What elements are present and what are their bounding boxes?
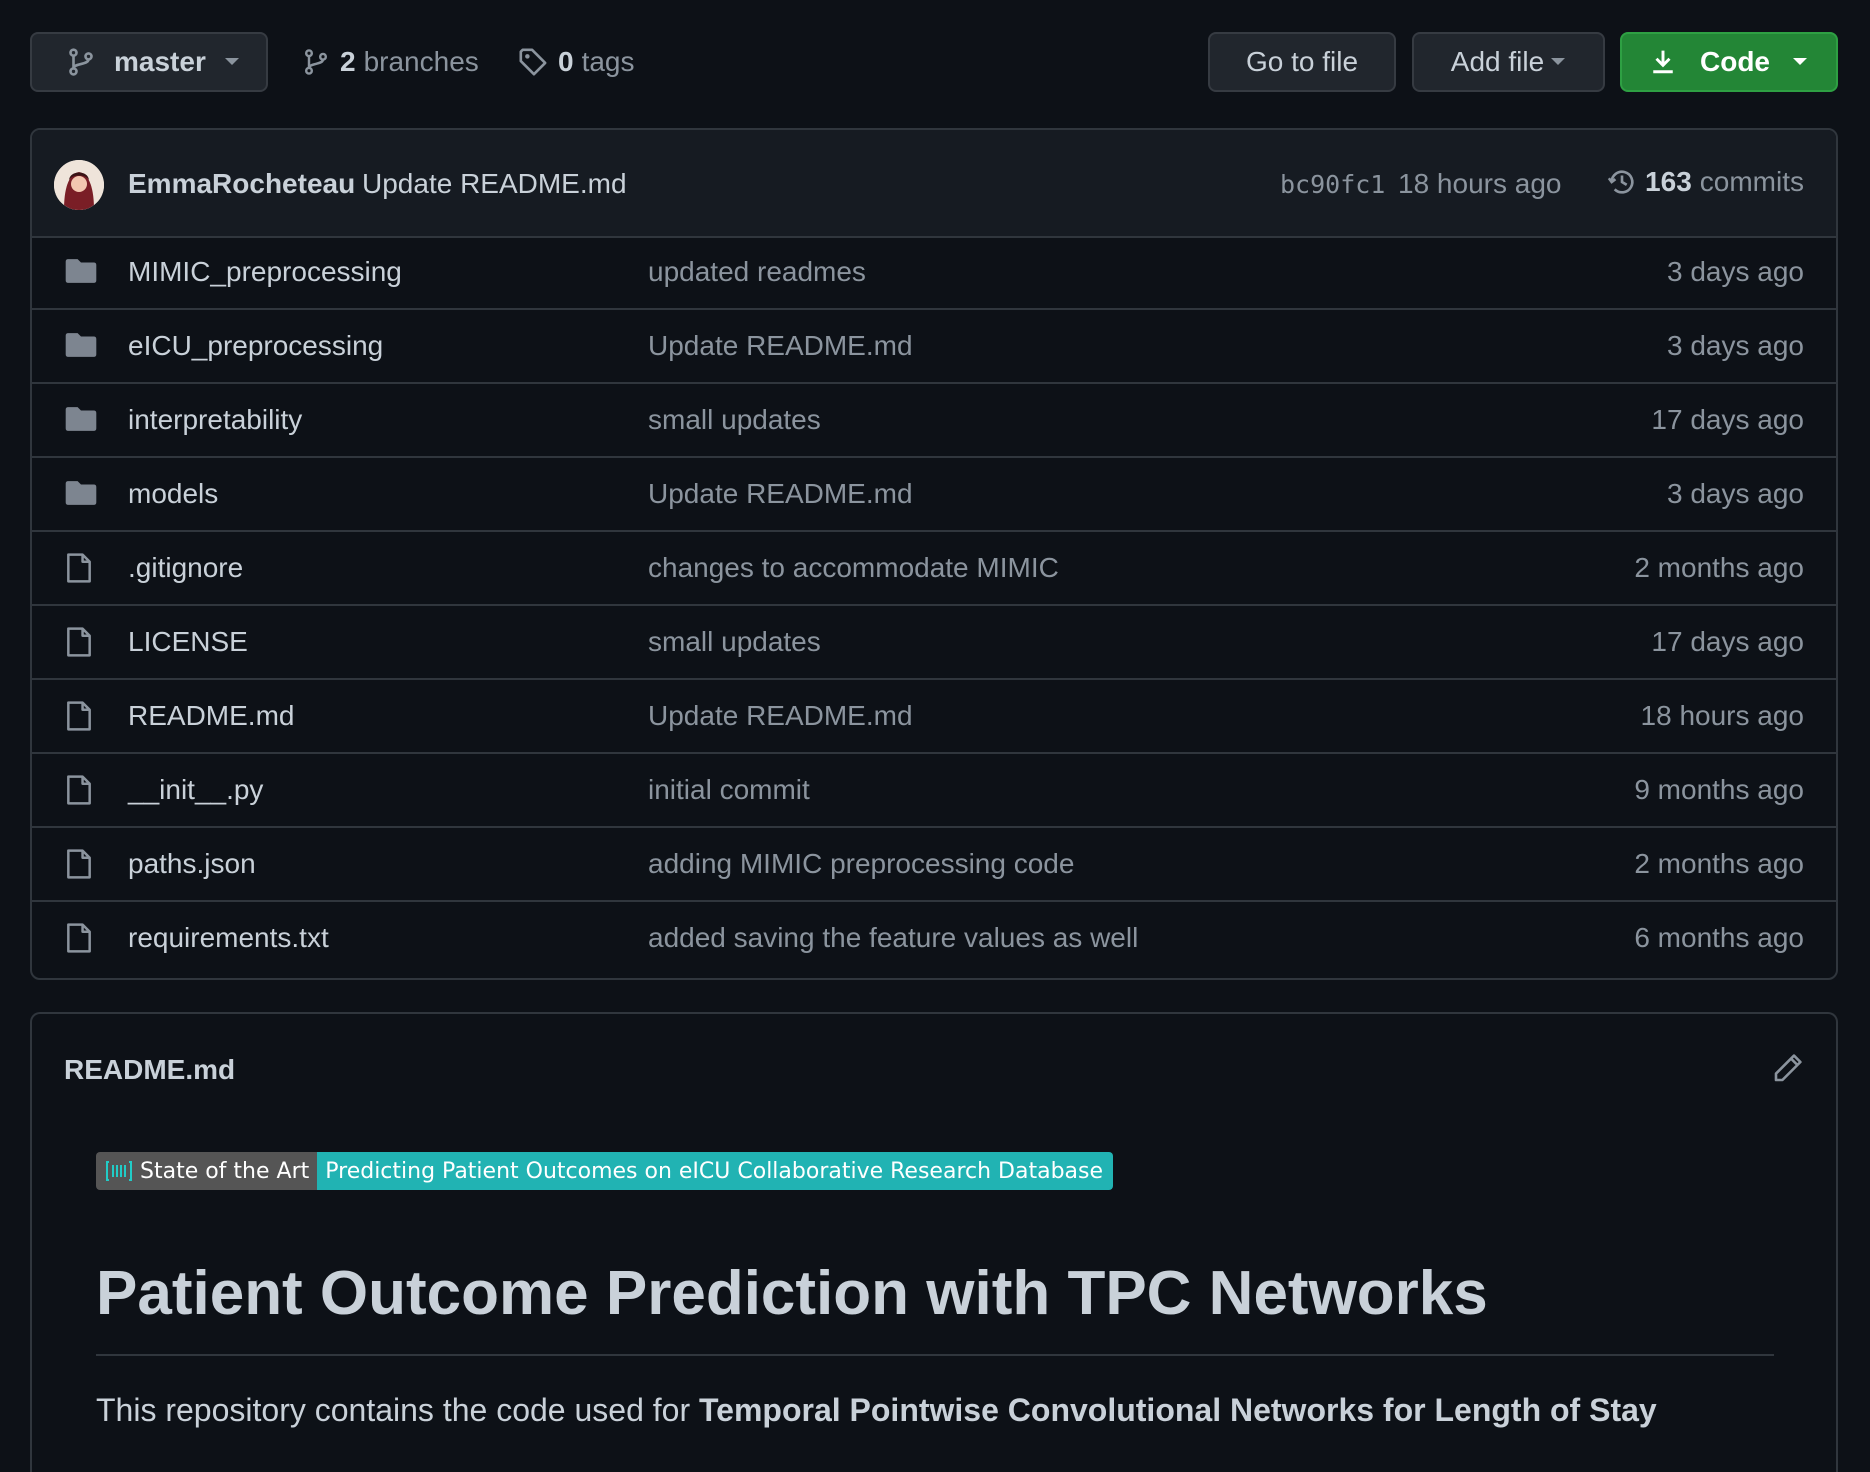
file-row: requirements.txt added saving the featur… (32, 902, 1836, 976)
commit-count: 163 (1645, 166, 1692, 197)
file-commit-message[interactable]: Update README.md (648, 700, 913, 732)
commit-sha[interactable]: bc90fc1 (1280, 170, 1385, 199)
file-icon (64, 774, 94, 806)
go-to-file-button[interactable]: Go to file (1208, 32, 1396, 92)
branch-name: master (114, 46, 206, 77)
file-name[interactable]: requirements.txt (128, 922, 329, 954)
file-name[interactable]: LICENSE (128, 626, 248, 658)
file-age: 2 months ago (1634, 848, 1804, 879)
file-icon (64, 848, 94, 880)
intro-bold-text: Temporal Pointwise Convolutional Network… (698, 1392, 1657, 1428)
readme-title: Patient Outcome Prediction with TPC Netw… (96, 1259, 1488, 1328)
tags-label: tags (581, 46, 635, 77)
file-row: README.md Update README.md 18 hours ago (32, 680, 1836, 754)
download-icon (1650, 48, 1676, 76)
tags-link[interactable]: 0 tags (518, 46, 635, 78)
badge-right: Predicting Patient Outcomes on eICU Coll… (317, 1152, 1114, 1190)
file-name[interactable]: paths.json (128, 848, 256, 880)
badge-left: State of the Art (96, 1152, 318, 1190)
file-row: models Update README.md 3 days ago (32, 458, 1836, 532)
chevron-down-icon (224, 57, 240, 67)
branches-count: 2 (340, 46, 356, 77)
folder-icon (64, 478, 98, 508)
avatar[interactable] (54, 160, 104, 210)
code-button[interactable]: Code (1620, 32, 1838, 92)
add-file-label: Add file (1450, 46, 1545, 77)
file-name[interactable]: MIMIC_preprocessing (128, 256, 402, 288)
badge-left-label: State of the Art (140, 1158, 310, 1184)
file-commit-message[interactable]: changes to accommodate MIMIC (648, 552, 1059, 584)
file-name[interactable]: __init__.py (128, 774, 263, 806)
file-row: .gitignore changes to accommodate MIMIC … (32, 532, 1836, 606)
file-row: __init__.py initial commit 9 months ago (32, 754, 1836, 828)
file-age: 3 days ago (1667, 478, 1804, 509)
branches-label: branches (363, 46, 479, 77)
file-row: eICU_preprocessing Update README.md 3 da… (32, 310, 1836, 384)
file-age: 18 hours ago (1640, 700, 1804, 731)
commits-link[interactable]: 163 commits (1607, 166, 1804, 198)
file-commit-message[interactable]: small updates (648, 626, 821, 658)
file-commit-message[interactable]: small updates (648, 404, 821, 436)
file-row: paths.json adding MIMIC preprocessing co… (32, 828, 1836, 902)
file-age: 17 days ago (1651, 404, 1804, 435)
go-to-file-label: Go to file (1245, 46, 1359, 77)
git-branch-icon (66, 47, 96, 77)
file-age: 9 months ago (1634, 774, 1804, 805)
file-age: 3 days ago (1667, 256, 1804, 287)
title-divider (96, 1354, 1774, 1356)
chevron-down-icon (1792, 57, 1808, 67)
file-commit-message[interactable]: Update README.md (648, 478, 913, 510)
commit-message[interactable]: Update README.md (362, 168, 627, 200)
file-row: LICENSE small updates 17 days ago (32, 606, 1836, 680)
tags-count: 0 (558, 46, 574, 77)
folder-icon (64, 330, 98, 360)
file-browser: EmmaRocheteau Update README.md bc90fc1 1… (30, 128, 1838, 980)
file-name[interactable]: .gitignore (128, 552, 243, 584)
git-branch-icon (302, 47, 330, 77)
history-icon (1607, 167, 1637, 197)
readme-panel: README.md State of the Art Predicting Pa… (30, 1012, 1838, 1472)
file-commit-message[interactable]: updated readmes (648, 256, 866, 288)
commit-author[interactable]: EmmaRocheteau (128, 168, 355, 200)
commit-count-label: commits (1699, 166, 1804, 197)
file-commit-message[interactable]: added saving the feature values as well (648, 922, 1138, 954)
file-commit-message[interactable]: adding MIMIC preprocessing code (648, 848, 1074, 880)
folder-icon (64, 404, 98, 434)
commit-time: 18 hours ago (1398, 168, 1562, 199)
file-name[interactable]: README.md (128, 700, 294, 732)
file-name[interactable]: models (128, 478, 218, 510)
branches-link[interactable]: 2 branches (302, 46, 479, 78)
state-of-the-art-badge[interactable]: State of the Art Predicting Patient Outc… (96, 1152, 1114, 1190)
file-age: 6 months ago (1634, 922, 1804, 953)
edit-pencil-icon[interactable] (1772, 1052, 1804, 1084)
latest-commit-bar: EmmaRocheteau Update README.md bc90fc1 1… (32, 130, 1836, 238)
intro-text: This repository contains the code used f… (96, 1392, 699, 1428)
file-commit-message[interactable]: Update README.md (648, 330, 913, 362)
folder-icon (64, 256, 98, 286)
papers-with-code-icon (106, 1160, 132, 1182)
file-row: MIMIC_preprocessing updated readmes 3 da… (32, 236, 1836, 310)
readme-filename[interactable]: README.md (64, 1054, 235, 1086)
file-row: interpretability small updates 17 days a… (32, 384, 1836, 458)
tag-icon (518, 47, 548, 77)
file-commit-message[interactable]: initial commit (648, 774, 810, 806)
add-file-button[interactable]: Add file (1412, 32, 1605, 92)
file-age: 17 days ago (1651, 626, 1804, 657)
readme-intro: This repository contains the code used f… (96, 1392, 1657, 1429)
code-label: Code (1700, 46, 1770, 77)
file-name[interactable]: eICU_preprocessing (128, 330, 383, 362)
file-icon (64, 700, 94, 732)
file-age: 3 days ago (1667, 330, 1804, 361)
file-age: 2 months ago (1634, 552, 1804, 583)
file-icon (64, 922, 94, 954)
chevron-down-icon (1550, 57, 1566, 67)
branch-selector[interactable]: master (30, 32, 268, 92)
file-icon (64, 626, 94, 658)
file-icon (64, 552, 94, 584)
file-name[interactable]: interpretability (128, 404, 302, 436)
